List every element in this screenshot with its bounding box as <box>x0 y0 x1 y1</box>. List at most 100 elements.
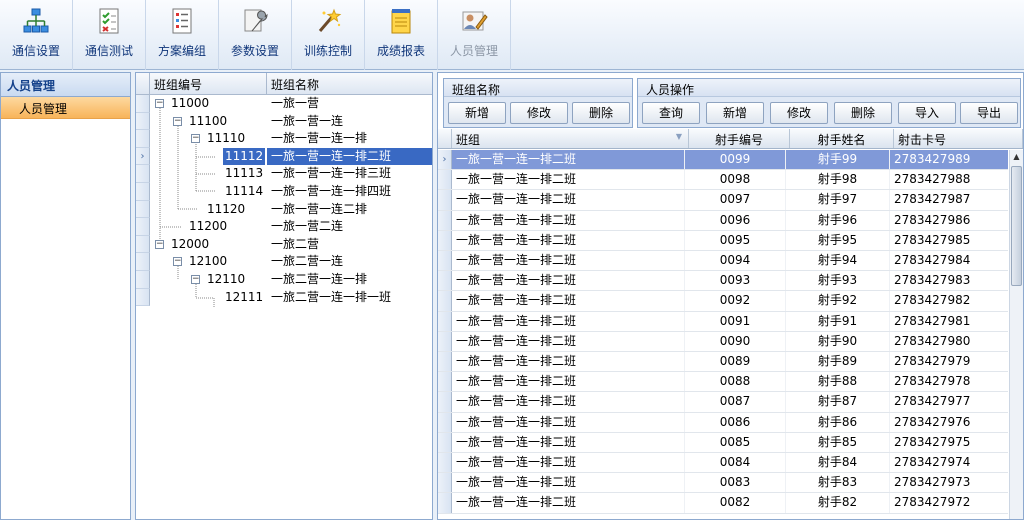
tree-node-code[interactable]: 11110 <box>205 130 247 148</box>
toolbar-params-button[interactable]: 参数设置 <box>219 0 292 70</box>
row-selector[interactable] <box>438 473 452 493</box>
group-delete-button[interactable]: 删除 <box>572 102 630 124</box>
table-row[interactable]: › 一旅一营一连一排二班 0099 射手99 2783427989 <box>438 150 1008 171</box>
tree-node-name[interactable]: 一旅一营 <box>267 95 432 113</box>
tree-node-name[interactable]: 一旅一营二连 <box>267 218 432 236</box>
nav-item-personnel[interactable]: 人员管理 <box>1 97 130 119</box>
grid-column-header-shooter-name[interactable]: 射手姓名 <box>790 129 894 148</box>
tree-node-code[interactable]: 12000 <box>169 236 211 254</box>
row-selector[interactable] <box>136 288 150 307</box>
tree-node-code[interactable]: 11200 <box>187 218 229 236</box>
tree-row[interactable]: 11113 一旅一营一连一排三班 <box>136 165 432 183</box>
tree-column-header-code[interactable]: 班组编号 <box>150 73 267 94</box>
person-import-button[interactable]: 导入 <box>898 102 956 124</box>
row-selector[interactable] <box>438 392 452 412</box>
table-row[interactable]: 一旅一营一连一排二班 0096 射手96 2783427986 <box>438 210 1008 231</box>
collapse-icon[interactable]: − <box>191 274 200 284</box>
toolbar-training-button[interactable]: 训练控制 <box>292 0 365 70</box>
tree-row[interactable]: 11120 一旅一营一连二排 <box>136 200 432 219</box>
row-selector[interactable] <box>438 331 452 351</box>
table-row[interactable]: 一旅一营一连一排二班 0085 射手85 2783427975 <box>438 432 1008 453</box>
grid-vertical-scrollbar[interactable]: ▲ <box>1009 150 1023 519</box>
row-selector[interactable] <box>136 270 150 289</box>
row-pointer-icon[interactable]: › <box>136 147 150 166</box>
scroll-up-icon[interactable]: ▲ <box>1010 150 1023 164</box>
scroll-thumb[interactable] <box>1011 166 1022 286</box>
tree-node-code[interactable]: 12110 <box>205 271 247 289</box>
table-row[interactable]: 一旅一营一连一排二班 0090 射手90 2783427980 <box>438 331 1008 352</box>
tree-node-code[interactable]: 11112 <box>223 147 266 166</box>
tree-node-name[interactable]: 一旅一营一连一排 <box>267 130 432 148</box>
toolbar-comm-settings-button[interactable]: 通信设置 <box>0 0 73 70</box>
tree-column-header-name[interactable]: 班组名称 <box>267 73 432 94</box>
row-selector[interactable] <box>438 291 452 311</box>
collapse-icon[interactable]: − <box>173 116 182 126</box>
table-row[interactable]: 一旅一营一连一排二班 0097 射手97 2783427987 <box>438 190 1008 211</box>
tree-row[interactable]: −12100 一旅二营一连 <box>136 253 432 271</box>
tree-row[interactable]: −11000 一旅一营 <box>136 95 432 113</box>
tree-node-name[interactable]: 一旅一营一连二排 <box>267 201 432 219</box>
tree-row[interactable]: −11110 一旅一营一连一排 <box>136 130 432 148</box>
row-selector[interactable] <box>438 230 452 250</box>
tree-node-code[interactable]: 11100 <box>187 113 229 131</box>
table-row[interactable]: 一旅一营一连一排二班 0094 射手94 2783427984 <box>438 251 1008 272</box>
tree-row[interactable]: −12110 一旅二营一连一排 <box>136 270 432 289</box>
toolbar-report-button[interactable]: 成绩报表 <box>365 0 438 70</box>
tree-node-name[interactable]: 一旅二营一连一排一班 <box>267 289 432 307</box>
table-row[interactable]: 一旅一营一连一排二班 0091 射手91 2783427981 <box>438 311 1008 332</box>
table-row[interactable]: 一旅一营一连一排二班 0084 射手84 2783427974 <box>438 453 1008 474</box>
person-edit-button[interactable]: 修改 <box>770 102 828 124</box>
person-add-button[interactable]: 新增 <box>706 102 764 124</box>
grid-column-header-shooter-id[interactable]: 射手编号 <box>689 129 790 148</box>
collapse-icon[interactable]: − <box>155 239 164 249</box>
tree-row[interactable]: −11100 一旅一营一连 <box>136 112 432 131</box>
tree-row[interactable]: › 11112 一旅一营一连一排二班 <box>136 147 432 166</box>
row-selector[interactable] <box>438 190 452 210</box>
tree-node-code[interactable]: 11120 <box>205 201 247 219</box>
tree-node-code[interactable]: 11000 <box>169 95 211 113</box>
row-selector[interactable] <box>438 432 452 452</box>
row-selector[interactable] <box>136 112 150 131</box>
row-selector[interactable] <box>438 372 452 392</box>
table-row[interactable]: 一旅一营一连一排二班 0088 射手88 2783427978 <box>438 372 1008 393</box>
row-selector[interactable] <box>136 218 150 236</box>
tree-node-name[interactable]: 一旅二营一连 <box>267 253 432 271</box>
row-selector[interactable] <box>438 453 452 473</box>
row-selector[interactable] <box>438 251 452 271</box>
row-selector[interactable] <box>136 253 150 271</box>
row-selector[interactable] <box>136 235 150 254</box>
group-edit-button[interactable]: 修改 <box>510 102 568 124</box>
grid-column-header-group[interactable]: 班组 ▼ <box>452 129 689 148</box>
tree-node-name[interactable]: 一旅二营 <box>267 236 432 254</box>
table-row[interactable]: 一旅一营一连一排二班 0095 射手95 2783427985 <box>438 230 1008 251</box>
collapse-icon[interactable]: − <box>155 99 164 108</box>
tree-node-name[interactable]: 一旅一营一连一排二班 <box>267 147 432 166</box>
tree-row[interactable]: 11114 一旅一营一连一排四班 <box>136 182 432 201</box>
person-export-button[interactable]: 导出 <box>960 102 1018 124</box>
table-row[interactable]: 一旅一营一连一排二班 0089 射手89 2783427979 <box>438 352 1008 373</box>
toolbar-personnel-button[interactable]: 人员管理 <box>438 0 511 70</box>
table-row[interactable]: 一旅一营一连一排二班 0098 射手98 2783427988 <box>438 170 1008 191</box>
table-row[interactable]: 一旅一营一连一排二班 0092 射手92 2783427982 <box>438 291 1008 312</box>
tree-node-name[interactable]: 一旅一营一连 <box>267 113 432 131</box>
row-selector[interactable] <box>438 352 452 372</box>
tree-row[interactable]: 12111 一旅二营一连一排一班 <box>136 288 432 307</box>
tree-node-code[interactable]: 11114 <box>223 183 265 201</box>
tree-node-code[interactable]: 12111 <box>223 289 265 307</box>
collapse-icon[interactable]: − <box>191 134 200 144</box>
grid-column-header-card-no[interactable]: 射击卡号 <box>894 129 1023 148</box>
row-selector[interactable] <box>438 210 452 230</box>
tree-row[interactable]: −12000 一旅二营 <box>136 235 432 254</box>
table-row[interactable]: 一旅一营一连一排二班 0093 射手93 2783427983 <box>438 271 1008 292</box>
row-selector[interactable] <box>438 493 452 513</box>
row-pointer-icon[interactable]: › <box>438 150 452 170</box>
table-row[interactable]: 一旅一营一连一排二班 0083 射手83 2783427973 <box>438 473 1008 494</box>
row-selector[interactable] <box>438 412 452 432</box>
row-selector[interactable] <box>136 130 150 148</box>
row-selector[interactable] <box>438 271 452 291</box>
row-selector[interactable] <box>136 182 150 201</box>
row-selector[interactable] <box>136 165 150 183</box>
collapse-icon[interactable]: − <box>173 257 182 267</box>
table-row[interactable]: 一旅一营一连一排二班 0086 射手86 2783427976 <box>438 412 1008 433</box>
row-selector[interactable] <box>136 95 150 113</box>
